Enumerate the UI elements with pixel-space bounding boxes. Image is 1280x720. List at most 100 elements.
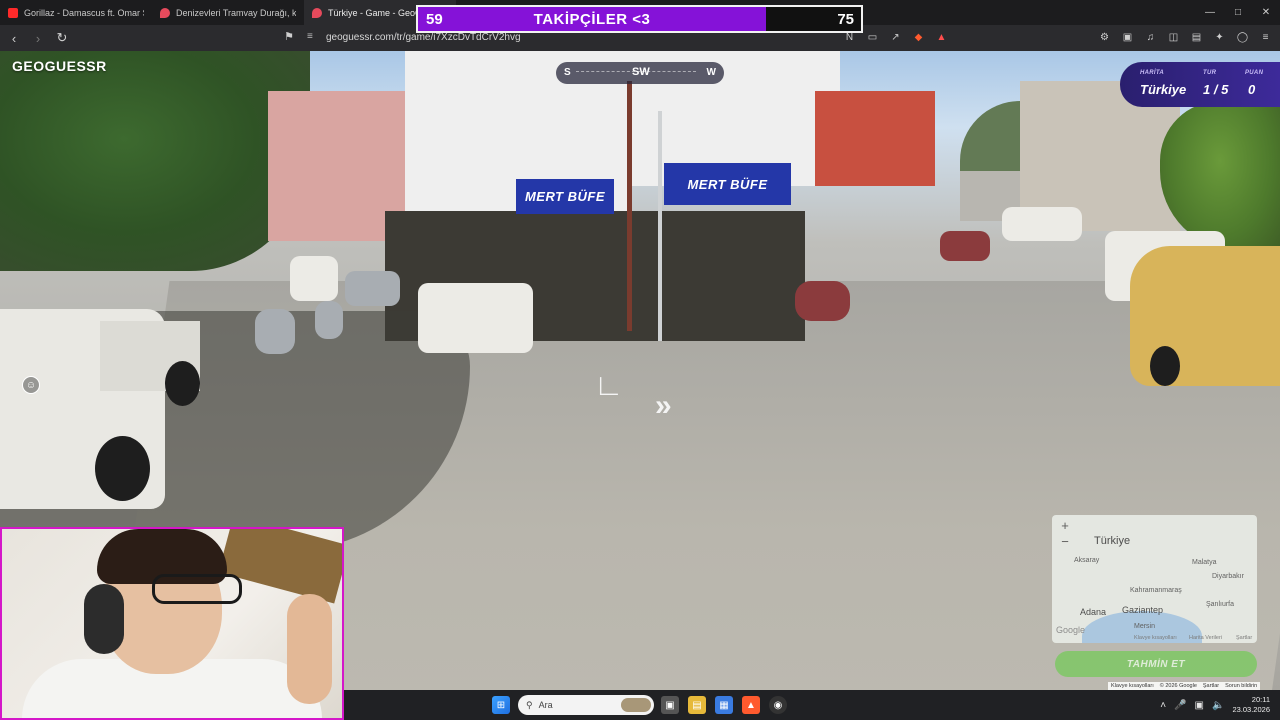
forward-icon[interactable]: › bbox=[28, 28, 48, 48]
round-value: 1 / 5 bbox=[1203, 82, 1229, 97]
zoom-in-icon[interactable]: + bbox=[1058, 519, 1072, 533]
wheel bbox=[165, 361, 200, 406]
parked-car bbox=[345, 271, 400, 306]
glasses bbox=[152, 574, 242, 604]
windows-start-icon[interactable]: ⊞ bbox=[492, 696, 510, 714]
score-label: PUAN bbox=[1245, 70, 1264, 76]
clock[interactable]: 20:11 23.03.2026 bbox=[1232, 695, 1270, 715]
shortcuts-link[interactable]: Klavye kısayolları bbox=[1111, 682, 1154, 690]
geoguessr-pin-icon bbox=[312, 7, 322, 18]
compass: S SW W bbox=[556, 62, 724, 84]
pole bbox=[658, 111, 662, 341]
extensions-icon[interactable]: ⚙ bbox=[1096, 29, 1113, 46]
report-link[interactable]: Sorun bildirin bbox=[1225, 682, 1257, 690]
person-hand bbox=[287, 594, 332, 704]
youtube-icon bbox=[8, 7, 18, 18]
display-icon[interactable]: ▣ bbox=[1195, 700, 1204, 711]
sidebar-icon[interactable]: ◫ bbox=[1165, 29, 1182, 46]
minimize-icon[interactable]: — bbox=[1196, 0, 1224, 25]
tree bbox=[0, 51, 310, 271]
cast-icon[interactable]: ▭ bbox=[864, 29, 881, 46]
obs-icon[interactable]: ◉ bbox=[769, 696, 787, 714]
share-icon[interactable]: ↗ bbox=[887, 29, 904, 46]
wallet-icon[interactable]: ▤ bbox=[1188, 29, 1205, 46]
clock-time: 20:11 bbox=[1251, 695, 1270, 704]
back-icon[interactable]: ‹ bbox=[4, 28, 24, 48]
scooter bbox=[795, 281, 850, 321]
map-city: Aksaray bbox=[1074, 557, 1100, 564]
site-info-icon[interactable]: ≡ bbox=[307, 31, 313, 42]
score-value: 0 bbox=[1248, 82, 1256, 97]
compass-heading: SW bbox=[632, 66, 650, 78]
guess-map[interactable]: + − Türkiye Aksaray Malatya Diyarbakır K… bbox=[1052, 515, 1257, 643]
map-city: Adana bbox=[1080, 607, 1107, 617]
move-arrow-forward[interactable]: » bbox=[655, 389, 672, 423]
map-footer-link[interactable]: Şartlar bbox=[1236, 635, 1252, 641]
bookmark-icon[interactable]: ⚑ bbox=[282, 30, 296, 46]
tab-youtube[interactable]: Gorillaz - Damascus ft. Omar Souleyman bbox=[0, 0, 152, 25]
map-pin-icon bbox=[160, 7, 170, 18]
terms-link[interactable]: Şartlar bbox=[1203, 682, 1219, 690]
search-highlight-image bbox=[621, 698, 651, 712]
google-logo: Google bbox=[1056, 625, 1086, 635]
maximize-icon[interactable]: □ bbox=[1224, 0, 1252, 25]
map-city: Şanlıurfa bbox=[1206, 601, 1235, 608]
toolbar-icons: N ▭ ↗ ◆ ▲ ⚙ ▣ ♫ ◫ ▤ ✦ ◯ ≡ bbox=[841, 29, 1274, 46]
brave-browser-icon[interactable]: ▲ bbox=[742, 696, 760, 714]
task-view-icon[interactable]: ▣ bbox=[661, 696, 679, 714]
pole bbox=[627, 81, 632, 331]
url-field[interactable]: geoguessr.com/tr/game/i7XzcDvTdCrV2hvg bbox=[326, 32, 521, 43]
brave-rewards-icon[interactable]: ▲ bbox=[933, 29, 950, 46]
game-status: HARİTA Türkiye TUR 1 / 5 PUAN 0 bbox=[1120, 62, 1280, 107]
volume-icon[interactable]: 🔈 bbox=[1212, 700, 1224, 711]
follower-goal-bar: 59 TAKİPÇİLER <3 75 bbox=[416, 5, 863, 33]
return-to-start-icon[interactable]: ☺ bbox=[22, 376, 40, 394]
copyright: © 2026 Google bbox=[1159, 683, 1197, 689]
reload-icon[interactable]: ↻ bbox=[52, 28, 72, 48]
parked-car bbox=[418, 283, 533, 353]
map-label: HARİTA bbox=[1140, 70, 1165, 76]
screen: Gorillaz - Damascus ft. Omar Souleyman D… bbox=[0, 0, 1280, 720]
menu-icon[interactable]: ≡ bbox=[1257, 29, 1274, 46]
van bbox=[290, 256, 338, 301]
map-country-label: Türkiye bbox=[1094, 535, 1131, 547]
clock-date: 23.03.2026 bbox=[1232, 705, 1270, 714]
brave-shield-icon[interactable]: ◆ bbox=[910, 29, 927, 46]
microphone-icon[interactable]: 🎤 bbox=[1174, 700, 1186, 711]
goal-target: 75 bbox=[837, 11, 854, 28]
zoom-out-icon[interactable]: − bbox=[1058, 535, 1072, 549]
show-hidden-icons-icon[interactable]: ˄ bbox=[1160, 700, 1166, 711]
screenshot-icon[interactable]: ▣ bbox=[1119, 29, 1136, 46]
guess-button[interactable]: TAHMİN ET bbox=[1055, 651, 1257, 677]
goal-title: TAKİPÇİLER <3 bbox=[533, 11, 651, 28]
bus bbox=[1002, 207, 1082, 241]
map-city: Mersin bbox=[1134, 623, 1156, 630]
compass-left: S bbox=[564, 67, 571, 78]
map-footer-link[interactable]: Harita Verileri bbox=[1189, 635, 1222, 641]
map-value: Türkiye bbox=[1140, 82, 1187, 97]
scooter bbox=[315, 301, 343, 339]
tab-title: Denizevleri Tramvay Durağı, kargo fi bbox=[176, 7, 296, 18]
map-city: Malatya bbox=[1192, 559, 1217, 566]
move-arrow-back[interactable]: ∟ bbox=[594, 369, 623, 403]
leo-ai-icon[interactable]: ✦ bbox=[1211, 29, 1228, 46]
close-icon[interactable]: ✕ bbox=[1252, 0, 1280, 25]
taskbar: ⊞ ⚲ Ara ▣ ▤ ▦ ▲ ◉ ˄ 🎤 ▣ 🔈 20:11 23.03.20… bbox=[344, 690, 1280, 720]
headphones bbox=[84, 584, 124, 654]
file-explorer-icon[interactable]: ▤ bbox=[688, 696, 706, 714]
parked-car bbox=[940, 231, 990, 261]
wheel bbox=[95, 436, 150, 501]
tab-maps[interactable]: Denizevleri Tramvay Durağı, kargo fi bbox=[152, 0, 304, 25]
map-city: Diyarbakır bbox=[1212, 573, 1244, 580]
vpn-icon[interactable]: ◯ bbox=[1234, 29, 1251, 46]
geoguessr-logo[interactable]: GEOGUESSR bbox=[12, 58, 107, 74]
building bbox=[815, 91, 935, 186]
map-city: Kahramanmaraş bbox=[1130, 587, 1182, 594]
taskbar-search[interactable]: ⚲ Ara bbox=[518, 695, 654, 715]
street-view-footer: Klavye kısayolları © 2026 Google Şartlar… bbox=[1108, 682, 1261, 690]
map-footer-link[interactable]: Klavye kısayolları bbox=[1134, 635, 1177, 641]
shop-sign: MERT BÜFE bbox=[516, 179, 614, 214]
wheel bbox=[1150, 346, 1180, 386]
store-icon[interactable]: ▦ bbox=[715, 696, 733, 714]
music-icon[interactable]: ♫ bbox=[1142, 29, 1159, 46]
